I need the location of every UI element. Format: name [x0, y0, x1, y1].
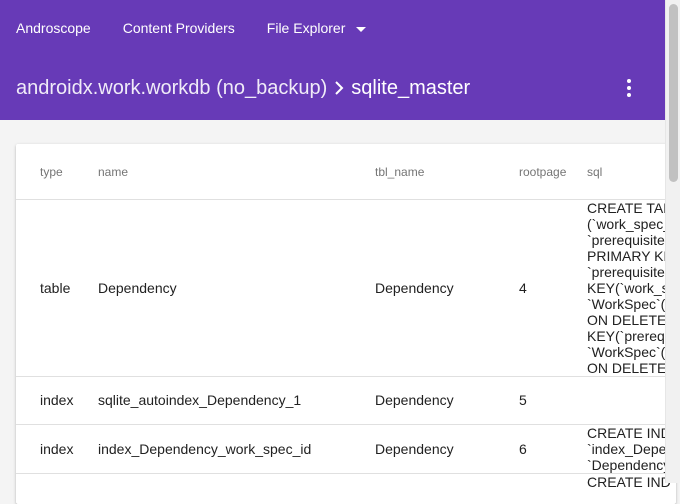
cell-tbl-name: Dependency [375, 392, 454, 408]
top-nav: Androscope Content Providers File Explor… [0, 0, 382, 56]
nav-file-explorer-label: File Explorer [266, 20, 346, 36]
page-title: sqlite_master [351, 76, 471, 99]
dropdown-caret-icon [356, 26, 367, 32]
cell-type: index [40, 441, 74, 457]
cell-type: index [40, 392, 74, 408]
cell-type: table [40, 280, 71, 296]
cell-name: index_Dependency_work_spec_id [98, 441, 312, 457]
breadcrumb: androidx.work.workdb (no_backup) sqlite_… [16, 70, 470, 106]
chevron-right-icon [327, 76, 351, 100]
column-header-sql[interactable]: sql [587, 165, 602, 179]
table-row[interactable]: index sqlite_autoindex_Dependency_1 Depe… [16, 377, 676, 425]
column-header-type[interactable]: type [40, 165, 63, 179]
cell-tbl-name: Dependency [375, 280, 454, 296]
table-header: type name tbl_name rootpage sql [16, 144, 676, 200]
table-row[interactable]: index index_Dependency_work_spec_id Depe… [16, 425, 676, 474]
cell-rootpage: 4 [519, 280, 527, 296]
cell-name: sqlite_autoindex_Dependency_1 [98, 392, 302, 408]
nav-file-explorer-menu[interactable]: File Explorer [251, 0, 383, 56]
table-row[interactable]: CREATE IND [16, 474, 676, 504]
column-header-name[interactable]: name [98, 165, 128, 179]
cell-sql: CREATE IND `index_Depe `Dependency [587, 425, 671, 473]
cell-rootpage: 6 [519, 441, 527, 457]
vertical-scrollbar[interactable] [665, 0, 680, 483]
breadcrumb-parent[interactable]: androidx.work.workdb (no_backup) [16, 77, 327, 100]
nav-brand-androscope[interactable]: Androscope [0, 0, 107, 56]
more-vert-icon[interactable] [617, 76, 641, 100]
cell-tbl-name: Dependency [375, 441, 454, 457]
sqlite-master-table: type name tbl_name rootpage sql table De… [16, 144, 676, 504]
table-row[interactable]: table Dependency Dependency 4 CREATE TAB… [16, 200, 676, 377]
column-header-rootpage[interactable]: rootpage [519, 165, 566, 179]
column-header-tbl-name[interactable]: tbl_name [375, 165, 424, 179]
scrollbar-thumb[interactable] [669, 4, 678, 182]
cell-rootpage: 5 [519, 392, 527, 408]
app-bar: Androscope Content Providers File Explor… [0, 0, 665, 120]
nav-content-providers[interactable]: Content Providers [107, 0, 251, 56]
cell-sql: CREATE TAB (`work_spec_ `prerequisite PR… [587, 200, 676, 376]
cell-sql: CREATE IND [587, 474, 671, 490]
cell-name: Dependency [98, 280, 177, 296]
